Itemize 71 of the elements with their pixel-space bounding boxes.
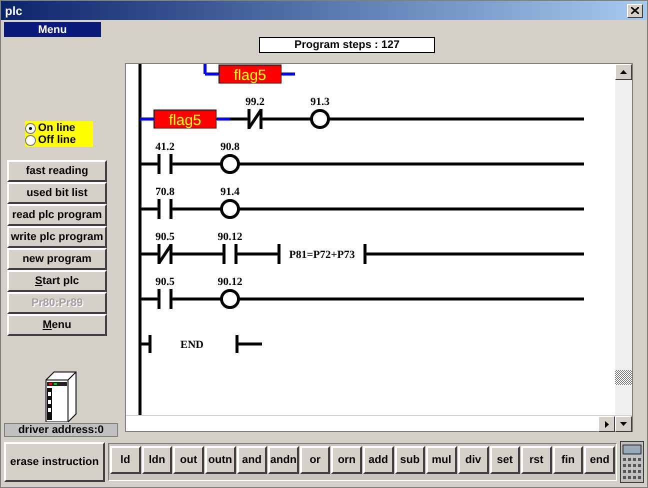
instruction-button[interactable]: add [363, 446, 394, 474]
open-contact [158, 289, 172, 309]
radio-label[interactable]: Off line [38, 134, 76, 146]
function-expression: P81=P72+P73 [289, 249, 355, 261]
right-arrow-icon [604, 420, 608, 428]
contact-address: 99.2 [245, 96, 265, 108]
contact-address: 90.5 [155, 276, 175, 288]
open-contact [158, 154, 172, 174]
output-coil [220, 199, 240, 219]
contact-address: 70.8 [155, 186, 175, 198]
vertical-scrollbar[interactable] [615, 64, 632, 415]
contact-address: 41.2 [155, 141, 175, 153]
instruction-button[interactable]: orn [331, 446, 362, 474]
instruction-button[interactable]: and [236, 446, 268, 474]
command-button[interactable]: new program [7, 248, 107, 270]
flag-label: flag5 [168, 112, 202, 129]
window-title: plc [5, 4, 22, 18]
command-button[interactable]: used bit list [7, 182, 107, 204]
down-arrow-icon [620, 422, 627, 426]
output-coil [310, 109, 330, 129]
radio-button[interactable] [25, 122, 36, 134]
command-button[interactable]: read plc program [7, 204, 107, 226]
closed-contact [158, 244, 172, 264]
scroll-down-button[interactable] [615, 416, 632, 432]
flag-label: flag5 [234, 67, 266, 84]
instruction-button[interactable]: or [300, 446, 330, 474]
flag-block [154, 110, 216, 128]
instruction-button[interactable]: outn [204, 446, 236, 474]
instruction-button[interactable]: sub [394, 446, 426, 474]
instruction-button[interactable]: mul [426, 446, 457, 474]
command-button[interactable]: Start plc [7, 270, 107, 292]
output-coil [220, 289, 240, 309]
instruction-button[interactable]: ldn [142, 446, 172, 474]
scroll-right-button[interactable] [598, 416, 615, 432]
end-label: END [180, 339, 204, 351]
coil-address: 91.3 [310, 96, 330, 108]
radio-label[interactable]: On line [38, 122, 76, 134]
radio-button[interactable] [25, 134, 36, 146]
instruction-button[interactable]: rst [521, 446, 552, 474]
contact-address: 90.12 [218, 231, 242, 243]
instruction-button[interactable]: fin [552, 446, 584, 474]
contact-address: 90.5 [155, 231, 175, 243]
calculator-icon[interactable] [620, 441, 644, 483]
instruction-button[interactable]: andn [268, 446, 299, 474]
command-button[interactable]: Menu [7, 314, 107, 336]
closed-contact [248, 109, 262, 129]
flag-block [218, 64, 282, 84]
coil-address: 90.8 [220, 141, 240, 153]
instruction-button[interactable]: div [458, 446, 488, 474]
open-contact [222, 244, 238, 264]
close-icon [631, 7, 639, 14]
coil-address: 91.4 [220, 186, 240, 198]
program-steps: Program steps : 127 [259, 37, 435, 53]
instruction-button[interactable]: end [584, 446, 615, 474]
output-coil [220, 154, 240, 174]
menu-header[interactable]: Menu [4, 22, 101, 37]
instruction-button[interactable]: out [173, 446, 204, 474]
open-contact [158, 199, 172, 219]
erase-instruction-button[interactable]: erase instruction [4, 442, 105, 482]
instruction-button[interactable]: ld [110, 446, 141, 474]
branch-line [204, 64, 206, 74]
drive-unit-icon [44, 370, 78, 422]
scroll-thumb[interactable] [615, 370, 632, 385]
instruction-button[interactable]: set [490, 446, 520, 474]
up-arrow-icon [620, 70, 627, 74]
command-button[interactable]: fast reading [7, 160, 107, 182]
close-button[interactable] [627, 4, 643, 18]
scroll-up-button[interactable] [615, 64, 632, 80]
coil-address: 90.12 [218, 276, 242, 288]
command-button[interactable]: write plc program [7, 226, 107, 248]
driver-address: driver address:0 [4, 423, 118, 437]
